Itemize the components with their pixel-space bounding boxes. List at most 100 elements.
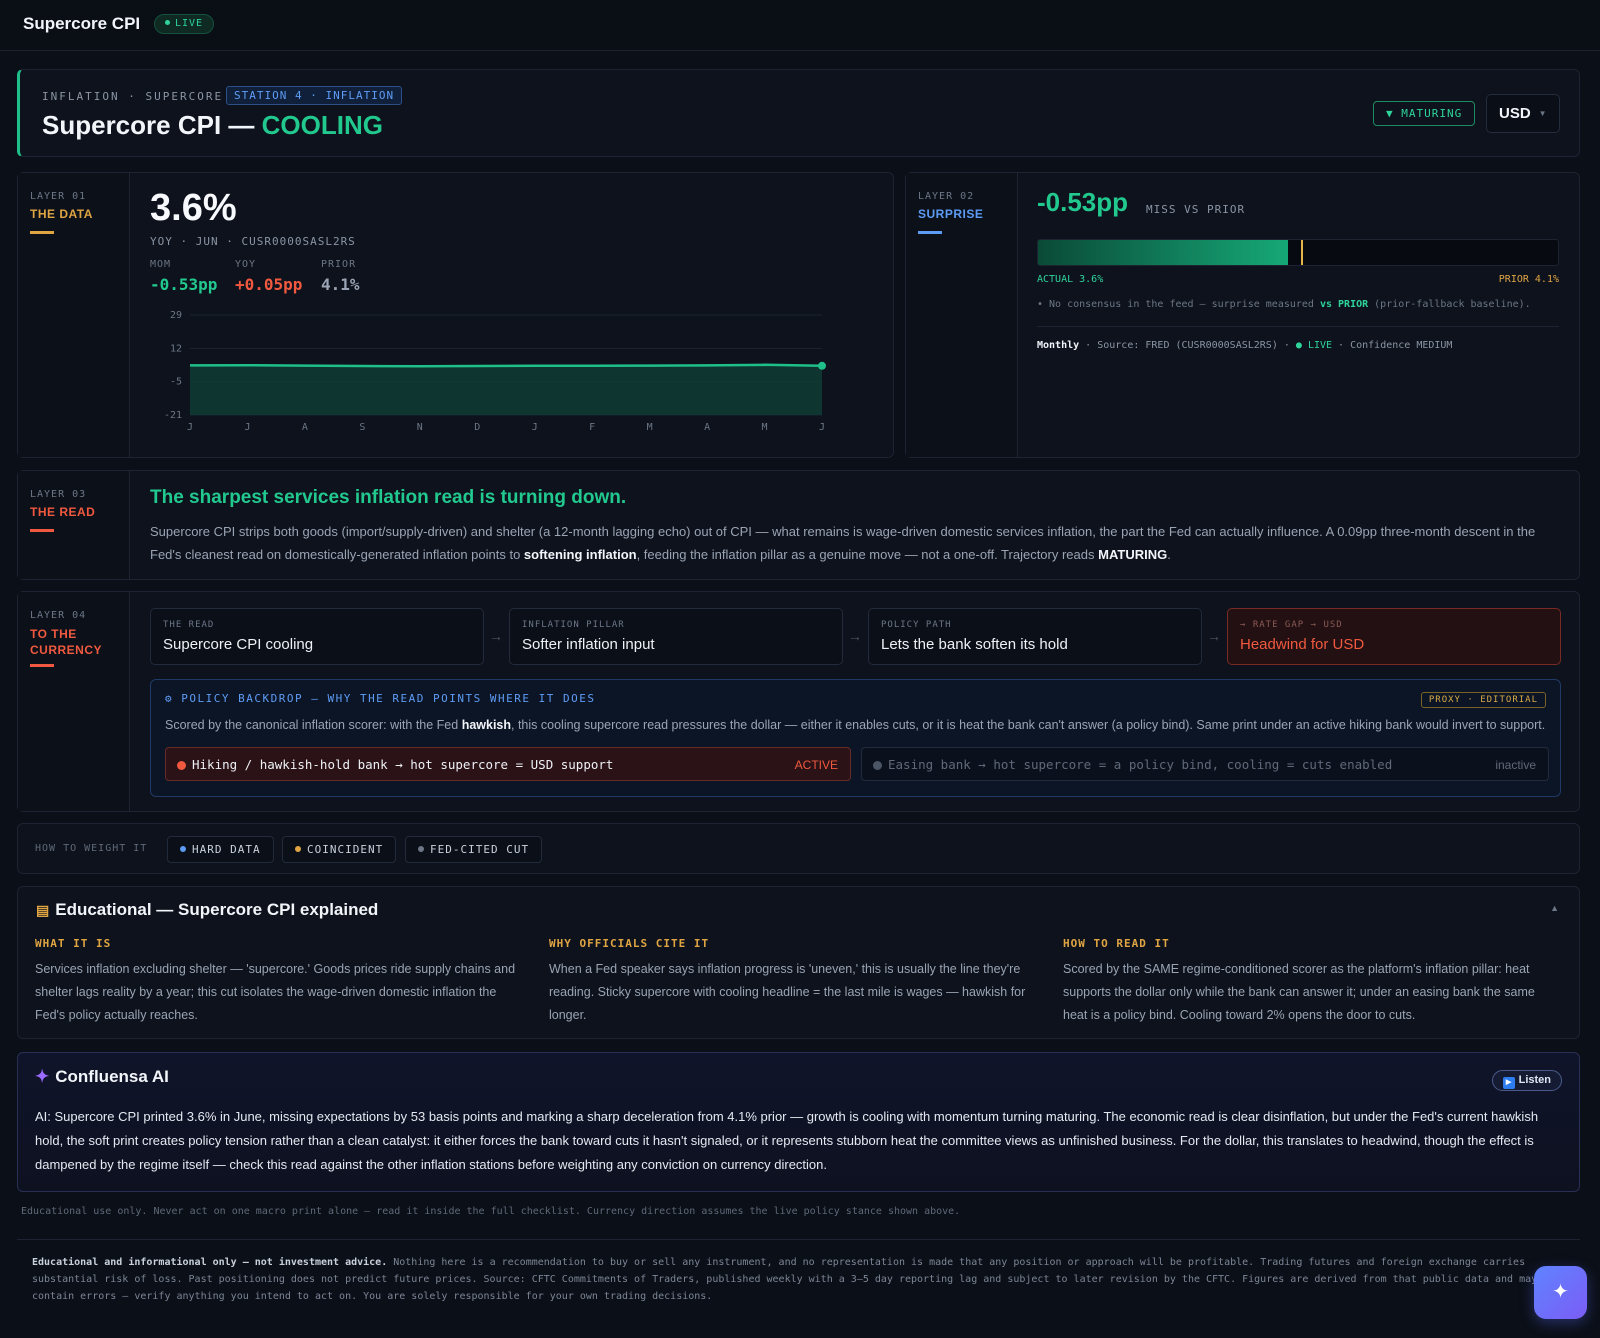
currency-select[interactable]: USD ▼ <box>1486 94 1560 133</box>
series-line <box>189 363 823 368</box>
layer-read-panel: LAYER 03 THE READ The sharpest services … <box>17 470 1580 580</box>
ai-body: AI: Supercore CPI printed 3.6% in June, … <box>35 1109 1539 1172</box>
layer-sidebar: LAYER 01 THE DATA <box>18 173 130 457</box>
chain-value: Softer inflation input <box>522 636 655 653</box>
layer-tag: LAYER 03 <box>30 489 87 500</box>
chevron-down-icon: ▼ <box>1538 109 1547 118</box>
title-accent: COOLING <box>261 110 383 140</box>
edu-text: Services inflation excluding shelter — '… <box>35 962 516 1022</box>
weight-label: HOW TO WEIGHT IT <box>35 843 148 854</box>
regime-hiking: Hiking / hawkish-hold bank → hot superco… <box>165 747 851 781</box>
divider <box>1037 326 1559 327</box>
regime-text: Hiking / hawkish-hold bank → hot superco… <box>192 757 614 772</box>
play-icon: ▶ <box>1502 1077 1515 1089</box>
live-dot-icon <box>165 20 170 25</box>
actual-fill <box>1038 240 1288 265</box>
collapse-icon[interactable]: ▲ <box>1550 903 1559 913</box>
legal-bold: Educational and informational only — not… <box>32 1257 388 1268</box>
read-headline: The sharpest services inflation read is … <box>150 487 627 508</box>
edu-heading: HOW TO READ IT <box>1063 937 1170 950</box>
read-body: Supercore CPI strips both goods (import/… <box>150 520 1550 566</box>
backdrop-text: , this cooling supercore read pressures … <box>511 718 1546 732</box>
edu-why-cited: WHY OFFICIALS CITE IT When a Fed speaker … <box>549 937 1039 1027</box>
layer-accent-bar <box>918 231 942 234</box>
ai-title-text: Confluensa AI <box>55 1067 169 1086</box>
educational-panel: ▤ Educational — Supercore CPI explained ▲… <box>17 886 1580 1039</box>
arrow-right-icon: → <box>489 628 503 644</box>
chain-key: INFLATION PILLAR <box>522 620 625 630</box>
y-tick-label: 12 <box>170 343 182 354</box>
educational-toggle[interactable]: ▤ Educational — Supercore CPI explained <box>36 900 378 920</box>
ai-title: ✦ Confluensa AI <box>35 1067 169 1087</box>
x-tick-label: J <box>244 422 250 433</box>
top-bar: Supercore CPI LIVE <box>0 0 1600 51</box>
metric-label: MOM <box>150 259 172 270</box>
trajectory-badge: ▼ MATURING <box>1373 101 1476 126</box>
x-tick-label: A <box>704 422 710 433</box>
sparkle-icon: ✦ <box>35 1067 50 1086</box>
edu-heading: WHY OFFICIALS CITE IT <box>549 937 710 950</box>
book-icon: ▤ <box>36 902 50 918</box>
series-area <box>190 364 822 415</box>
baseline-note: • No consensus in the feed — surprise me… <box>1037 299 1531 310</box>
read-text: , feeding the inflation pillar as a genu… <box>636 547 1099 562</box>
y-tick-label: 29 <box>170 310 182 321</box>
chain-key: → RATE GAP → USD <box>1240 620 1343 630</box>
kicker: INFLATION · SUPERCORE <box>42 90 224 103</box>
layer-surprise-panel: LAYER 02 SURPRISE -0.53pp MISS VS PRIOR … <box>905 172 1580 458</box>
chip-label: COINCIDENT <box>307 843 384 856</box>
sparkle-icon: ✦ <box>1552 1281 1569 1303</box>
layer-sidebar: LAYER 02 SURPRISE <box>906 173 1018 457</box>
chain-key: POLICY PATH <box>881 620 952 630</box>
chain-step-read: THE READ Supercore CPI cooling <box>150 608 484 665</box>
ai-assistant-button[interactable]: ✦ <box>1534 1266 1587 1319</box>
legal-notice: Educational and informational only — not… <box>32 1254 1552 1305</box>
metric-label: YOY <box>235 259 257 270</box>
listen-button[interactable]: ▶ Listen <box>1491 1070 1562 1091</box>
layer-sidebar: LAYER 04 TO THE CURRENCY <box>18 592 130 811</box>
regime-state: inactive <box>1495 758 1536 772</box>
dot-icon <box>180 846 186 852</box>
x-tick-label: M <box>762 422 768 433</box>
chip-label: HARD DATA <box>192 843 261 856</box>
x-tick-label: A <box>302 422 308 433</box>
x-tick-label: F <box>589 422 595 433</box>
surprise-value: -0.53pp <box>1037 187 1129 217</box>
source-text: · Source: FRED (CUSR0000SASL2RS) · <box>1079 340 1296 351</box>
layer-data-panel: LAYER 01 THE DATA 3.6% YOY · JUN · CUSR0… <box>17 172 894 458</box>
x-tick-label: J <box>819 422 825 433</box>
x-tick-label: J <box>532 422 538 433</box>
chain-step-policy: POLICY PATH Lets the bank soften its hold <box>868 608 1202 665</box>
actual-label: ACTUAL 3.6% <box>1037 274 1104 285</box>
layer-accent-bar <box>30 231 54 234</box>
x-tick-label: S <box>359 422 365 433</box>
currency-value: USD <box>1499 105 1531 122</box>
layer-name: THE DATA <box>30 207 93 221</box>
status-dot-icon <box>177 761 186 770</box>
listen-label: Listen <box>1518 1074 1551 1086</box>
chip-coincident: COINCIDENT <box>282 836 397 863</box>
station-badge: STATION 4 · INFLATION <box>226 86 403 105</box>
note-text: • No consensus in the feed — surprise me… <box>1037 299 1320 310</box>
backdrop-text: Scored by the canonical inflation scorer… <box>165 718 462 732</box>
layer-name: TO THE CURRENCY <box>30 627 103 657</box>
layer-name: THE READ <box>30 505 96 519</box>
latest-point <box>818 361 826 370</box>
note-emphasis: vs PRIOR <box>1319 299 1369 310</box>
series-subtitle: YOY · JUN · CUSR0000SASL2RS <box>150 235 356 248</box>
read-emphasis: softening inflation <box>523 547 637 562</box>
note-text: (prior-fallback baseline). <box>1368 299 1531 310</box>
headline-value: 3.6% <box>150 187 237 229</box>
app-title: Supercore CPI <box>23 14 141 33</box>
proxy-badge: PROXY · EDITORIAL <box>1420 692 1546 708</box>
disclaimer-line: Educational use only. Never act on one m… <box>21 1206 961 1217</box>
read-emphasis: MATURING <box>1098 547 1168 562</box>
surprise-label: MISS VS PRIOR <box>1146 203 1246 216</box>
layer-tag: LAYER 04 <box>30 610 87 621</box>
layer-accent-bar <box>30 529 54 532</box>
metric-value: 4.1% <box>321 275 360 294</box>
edu-heading: WHAT IT IS <box>35 937 112 950</box>
edu-how-to-read: HOW TO READ IT Scored by the SAME regime-… <box>1063 937 1553 1027</box>
frequency: Monthly <box>1037 340 1080 351</box>
x-tick-label: D <box>474 422 480 433</box>
